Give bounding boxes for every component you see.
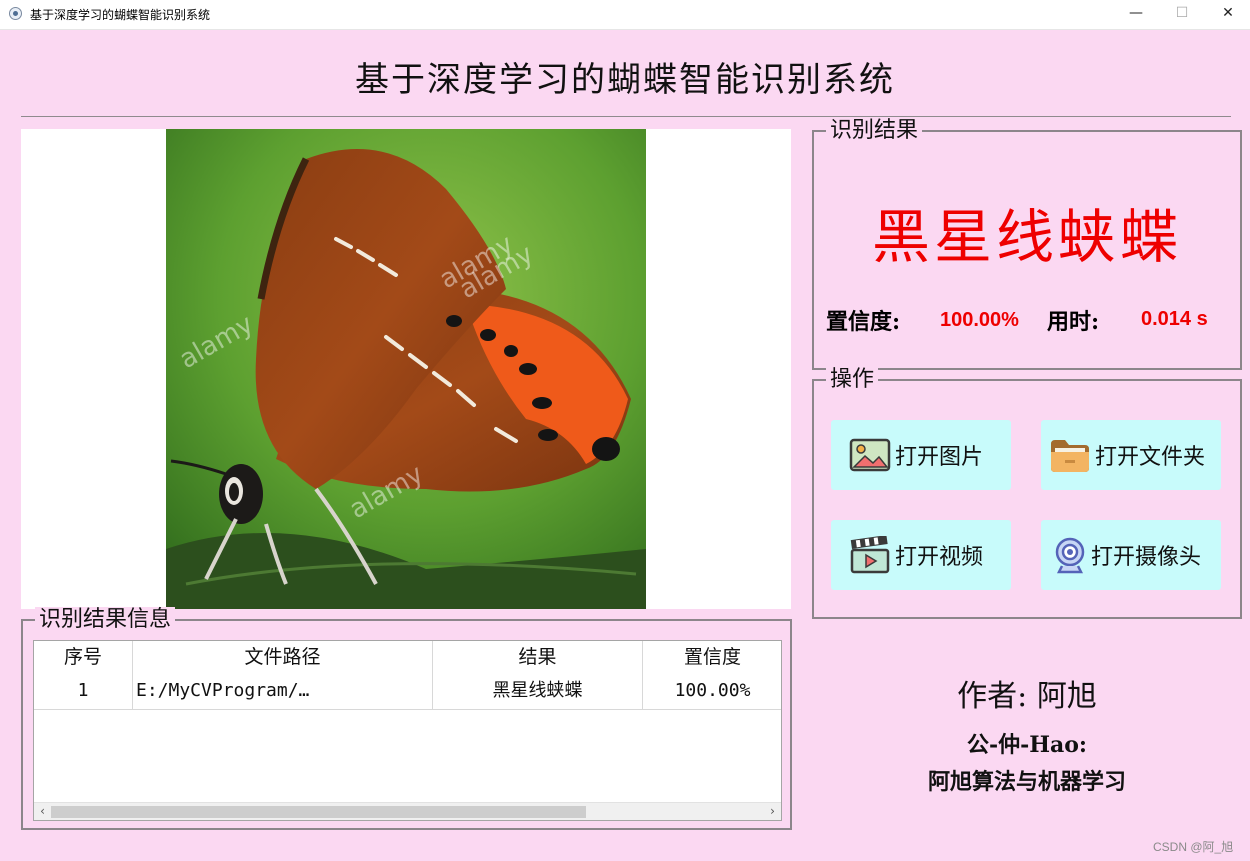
author-text: 作者: 阿旭	[957, 679, 1097, 714]
minimize-button[interactable]: —	[1113, 0, 1159, 29]
confidence-cell: 100.00%	[643, 675, 781, 709]
column-header[interactable]: 序号	[34, 641, 133, 675]
video-icon	[850, 536, 890, 574]
image-display-panel: alamy alamy alamy alamy	[21, 129, 791, 609]
csdn-watermark: CSDN @阿_旭	[1153, 840, 1234, 854]
table-row[interactable]: 1 E:/MyCVProgram/… 黑星线蛱蝶 100.00%	[34, 675, 781, 710]
public-account-name: 阿旭算法与机器学习	[927, 769, 1126, 795]
result-group-title: 识别结果	[826, 118, 923, 144]
open-camera-label: 打开摄像头	[1091, 545, 1202, 570]
time-label: 用时:	[1047, 309, 1100, 335]
operations-group-title: 操作	[826, 367, 879, 393]
close-button[interactable]: ✕	[1205, 0, 1250, 29]
open-folder-button[interactable]: 打开文件夹	[1041, 420, 1221, 490]
open-camera-button[interactable]: 打开摄像头	[1041, 520, 1221, 590]
result-info-groupbox: 识别结果信息 序号 文件路径 结果 置信度 1 E:/MyCVProgram/……	[21, 607, 792, 830]
app-icon	[9, 7, 22, 20]
window-titlebar: 基于深度学习的蝴蝶智能识别系统 — ☐ ✕	[0, 0, 1250, 30]
open-video-label: 打开视频	[895, 545, 984, 570]
column-header[interactable]: 文件路径	[133, 641, 433, 675]
table-header: 序号 文件路径 结果 置信度	[34, 641, 781, 675]
scroll-left-icon[interactable]: ‹	[34, 803, 51, 820]
open-image-label: 打开图片	[895, 445, 984, 470]
result-table[interactable]: 序号 文件路径 结果 置信度 1 E:/MyCVProgram/… 黑星线蛱蝶 …	[33, 640, 782, 821]
confidence-value: 100.00%	[940, 309, 1019, 331]
result-groupbox: 识别结果 黑星线蛱蝶 置信度: 100.00% 用时: 0.014 s	[812, 118, 1242, 370]
public-account-label: 公-仲-Hao:	[966, 732, 1088, 758]
confidence-label: 置信度:	[826, 309, 901, 335]
scrollbar-thumb[interactable]	[51, 806, 586, 818]
column-header[interactable]: 结果	[433, 641, 643, 675]
row-index-cell: 1	[34, 675, 133, 709]
operations-groupbox: 操作 打开图片 打开文件夹 打开视频 打开摄像头	[812, 367, 1242, 619]
app-title: 基于深度学习的蝴蝶智能识别系统	[355, 60, 895, 100]
window-title: 基于深度学习的蝴蝶智能识别系统	[30, 8, 211, 22]
image-icon	[849, 438, 891, 472]
open-folder-label: 打开文件夹	[1095, 445, 1206, 470]
butterfly-image: alamyalamyalamyalamy	[166, 129, 646, 609]
time-value: 0.014 s	[1141, 308, 1208, 330]
folder-icon	[1051, 440, 1089, 472]
open-video-button[interactable]: 打开视频	[831, 520, 1011, 590]
horizontal-scrollbar[interactable]: ‹ ›	[34, 802, 781, 820]
maximize-button[interactable]: ☐	[1159, 0, 1205, 29]
file-path-cell: E:/MyCVProgram/…	[133, 675, 433, 709]
result-name: 黑星线蛱蝶	[871, 203, 1182, 271]
result-info-group-title: 识别结果信息	[35, 607, 176, 633]
scroll-right-icon[interactable]: ›	[764, 803, 781, 820]
open-image-button[interactable]: 打开图片	[831, 420, 1011, 490]
title-divider	[21, 116, 1231, 117]
webcam-icon	[1055, 537, 1085, 574]
result-cell: 黑星线蛱蝶	[433, 675, 643, 709]
column-header[interactable]: 置信度	[643, 641, 781, 675]
